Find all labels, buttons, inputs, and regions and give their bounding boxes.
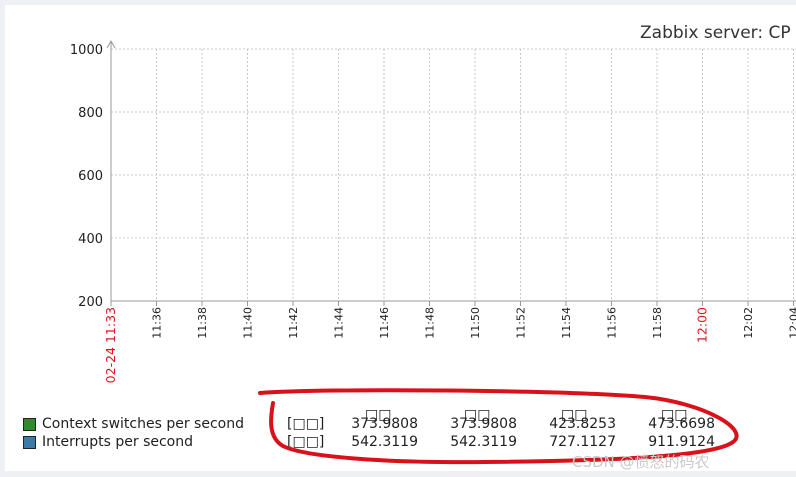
legend-func-context-switches: [□□] bbox=[287, 416, 325, 432]
x-tick-label: 11:42 bbox=[287, 307, 300, 339]
legend-value-min: 373.9808 bbox=[450, 416, 517, 432]
x-tick-label: 12:04 bbox=[788, 307, 796, 339]
legend-label-interrupts: Interrupts per second bbox=[42, 434, 193, 450]
x-tick-label: 11:54 bbox=[560, 307, 573, 339]
x-tick-label: 11:52 bbox=[515, 307, 528, 339]
x-tick-label: 11:38 bbox=[196, 307, 209, 339]
watermark: CSDN @愤怒的码农 bbox=[572, 453, 710, 471]
x-tick-label: 11:58 bbox=[651, 307, 664, 339]
legend-swatch-interrupts bbox=[23, 436, 36, 449]
y-tick-label: 200 bbox=[78, 295, 103, 310]
legend-label-context-switches: Context switches per second bbox=[42, 416, 244, 432]
x-tick-label: 11:50 bbox=[469, 307, 482, 339]
chart-plot: 1000 800 600 400 20002-24 11:33 11:36 11:38 11:… bbox=[70, 39, 796, 383]
legend-value-avg: 727.1127 bbox=[549, 434, 616, 450]
x-tick-label: 11:40 bbox=[242, 307, 255, 339]
y-tick-label: 1000 bbox=[70, 43, 103, 58]
x-tick-label: 12:00 bbox=[695, 307, 710, 343]
x-tick-label: 11:48 bbox=[424, 307, 437, 339]
y-tick-label: 400 bbox=[78, 232, 103, 247]
graph-panel: Zabbix server: CP 1000 800 600 400 200 02-24 … bbox=[5, 5, 796, 471]
legend-value-last: 542.3119 bbox=[351, 434, 418, 450]
legend-value-min: 542.3119 bbox=[450, 434, 517, 450]
x-tick-label: 11:46 bbox=[378, 307, 391, 339]
y-tick-label: 600 bbox=[78, 169, 103, 184]
y-tick-label: 800 bbox=[78, 106, 103, 121]
x-tick-label: 11:36 bbox=[151, 307, 164, 339]
x-tick-label: 11:44 bbox=[333, 307, 346, 339]
x-tick-label: 11:56 bbox=[606, 307, 619, 339]
legend-swatch-context-switches bbox=[23, 418, 36, 431]
legend-value-max: 911.9124 bbox=[648, 434, 715, 450]
legend-value-last: 373.9808 bbox=[351, 416, 418, 432]
legend-value-avg: 423.8253 bbox=[549, 416, 616, 432]
legend-value-max: 473.6698 bbox=[648, 416, 715, 432]
legend-func-interrupts: [□□] bbox=[287, 434, 325, 450]
x-tick-label: 12:02 bbox=[742, 307, 755, 339]
x-tick-label: 02-24 11:33 bbox=[103, 307, 118, 383]
